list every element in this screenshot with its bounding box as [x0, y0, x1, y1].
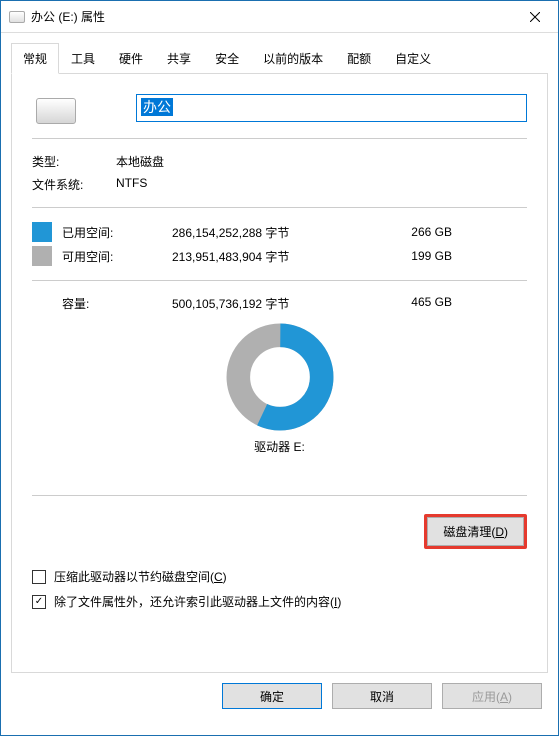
index-checkbox[interactable]: ✓: [32, 595, 46, 609]
index-label: 除了文件属性外，还允许索引此驱动器上文件的内容(I): [54, 593, 341, 610]
drive-icon: [9, 11, 25, 23]
used-label: 已用空间:: [62, 224, 172, 241]
tab-strip: 常规工具硬件共享安全以前的版本配额自定义: [11, 43, 548, 74]
divider: [32, 280, 527, 281]
divider: [32, 207, 527, 208]
capacity-gb: 465 GB: [372, 295, 452, 312]
tab-1[interactable]: 工具: [59, 43, 107, 74]
cancel-button[interactable]: 取消: [332, 683, 432, 709]
capacity-label: 容量:: [32, 295, 172, 312]
drive-letter-label: 驱动器 E:: [32, 438, 527, 455]
tab-3[interactable]: 共享: [155, 43, 203, 74]
tab-0[interactable]: 常规: [11, 43, 59, 74]
usage-pie-chart: [225, 322, 335, 432]
disk-cleanup-button[interactable]: 磁盘清理(D): [424, 514, 527, 549]
apply-button[interactable]: 应用(A): [442, 683, 542, 709]
compress-label: 压缩此驱动器以节约磁盘空间(C): [54, 568, 227, 585]
close-button[interactable]: [512, 1, 558, 33]
titlebar[interactable]: 办公 (E:) 属性: [1, 1, 558, 33]
compress-checkbox[interactable]: [32, 570, 46, 584]
free-swatch: [32, 246, 52, 266]
used-swatch: [32, 222, 52, 242]
tab-6[interactable]: 配额: [335, 43, 383, 74]
used-bytes: 286,154,252,288 字节: [172, 224, 372, 241]
tab-7[interactable]: 自定义: [383, 43, 443, 74]
drive-name-input[interactable]: 办公: [136, 94, 527, 122]
drive-name-value: 办公: [141, 98, 173, 116]
free-bytes: 213,951,483,904 字节: [172, 248, 372, 265]
filesystem-value: NTFS: [116, 176, 527, 193]
free-gb: 199 GB: [372, 249, 452, 263]
drive-large-icon: [36, 98, 76, 124]
filesystem-label: 文件系统:: [32, 176, 116, 193]
tab-2[interactable]: 硬件: [107, 43, 155, 74]
close-icon: [530, 12, 540, 22]
type-value: 本地磁盘: [116, 153, 527, 170]
used-gb: 266 GB: [372, 225, 452, 239]
tab-4[interactable]: 安全: [203, 43, 251, 74]
tab-area: 常规工具硬件共享安全以前的版本配额自定义 办公 类型: 本地磁盘 文件系统: N…: [1, 33, 558, 673]
tab-general-content: 办公 类型: 本地磁盘 文件系统: NTFS 已用空间: 286,154,252…: [11, 73, 548, 673]
usage-pie-wrap: [32, 322, 527, 432]
dialog-footer: 确定 取消 应用(A): [1, 673, 558, 709]
type-label: 类型:: [32, 153, 116, 170]
properties-window: 办公 (E:) 属性 常规工具硬件共享安全以前的版本配额自定义 办公 类型: 本…: [0, 0, 559, 736]
ok-button[interactable]: 确定: [222, 683, 322, 709]
window-title: 办公 (E:) 属性: [31, 8, 512, 25]
divider: [32, 138, 527, 139]
tab-5[interactable]: 以前的版本: [251, 43, 335, 74]
capacity-bytes: 500,105,736,192 字节: [172, 295, 372, 312]
free-label: 可用空间:: [62, 248, 172, 265]
divider: [32, 495, 527, 496]
